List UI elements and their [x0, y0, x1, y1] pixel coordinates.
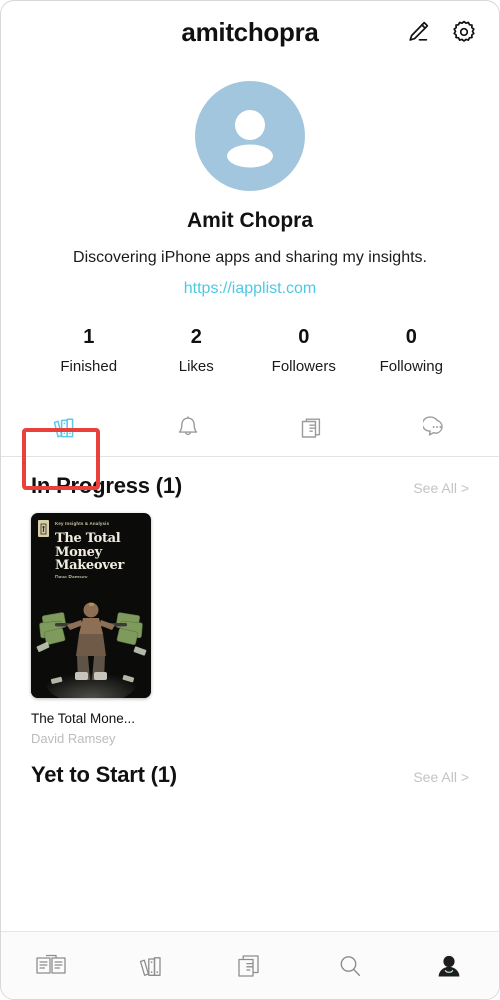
cover-illustration [31, 578, 151, 698]
display-name: Amit Chopra [187, 209, 313, 232]
nav-item-profile[interactable] [399, 950, 499, 982]
documents-icon [302, 418, 321, 438]
cover-title: The Total Money Makeover [55, 531, 125, 573]
stat-followers[interactable]: 0 Followers [250, 326, 358, 375]
tab-comments[interactable] [375, 399, 500, 456]
stat-label: Followers [271, 358, 336, 375]
cover-kicker: Key Insights & Analysis [55, 521, 110, 526]
nav-item-search[interactable] [300, 950, 400, 982]
chat-bubble-icon [422, 415, 443, 436]
stat-label: Finished [60, 358, 118, 375]
stat-finished[interactable]: 1 Finished [35, 326, 143, 375]
nav-item-reading[interactable] [1, 950, 101, 982]
page-title: amitchopra [181, 16, 319, 47]
stat-likes[interactable]: 2 Likes [143, 326, 251, 375]
stat-label: Likes [178, 358, 214, 375]
profile-website-link[interactable]: https://iapplist.com [184, 280, 317, 298]
content-tabs [1, 399, 499, 457]
tab-posts[interactable] [250, 399, 375, 456]
header: amitchopra [1, 1, 499, 63]
book-cover: Key Insights & Analysis The Total Money … [31, 513, 151, 698]
stat-value: 0 [298, 326, 310, 348]
documents-icon [238, 954, 259, 977]
tab-notifications[interactable] [126, 399, 251, 456]
nav-item-posts[interactable] [200, 950, 300, 982]
stat-label: Following [379, 358, 443, 375]
stat-value: 1 [83, 326, 95, 348]
see-all-in-progress[interactable]: See All > [413, 480, 469, 496]
see-all-yet-to-start[interactable]: See All > [413, 769, 469, 785]
section-title: In Progress (1) [31, 473, 183, 498]
pencil-edit-icon[interactable] [405, 19, 431, 45]
book-title: The Total Mone... [31, 711, 136, 726]
tab-library[interactable] [1, 399, 126, 456]
book-shelf-in-progress: Key Insights & Analysis The Total Money … [1, 499, 499, 746]
books-shelf-icon [140, 956, 162, 976]
bell-icon [178, 415, 197, 435]
profile-block: Amit Chopra Discovering iPhone apps and … [1, 63, 499, 298]
app-screen: amitchopra Amit Chopra Discovering iPhon… [0, 0, 500, 1000]
section-header-yet-to-start: Yet to Start (1) See All > [1, 746, 499, 788]
stat-value: 2 [190, 326, 202, 348]
person-avatar-icon [227, 110, 273, 168]
section-title: Yet to Start (1) [31, 762, 177, 787]
stats-row: 1 Finished 2 Likes 0 Followers 0 Followi… [1, 326, 499, 375]
stat-value: 0 [405, 326, 417, 348]
bottom-navigation-bar [1, 931, 499, 999]
profile-bio: Discovering iPhone apps and sharing my i… [73, 249, 427, 266]
section-header-in-progress: In Progress (1) See All > [1, 457, 499, 499]
open-book-icon [36, 954, 66, 974]
search-icon [340, 955, 360, 976]
book-card[interactable]: Key Insights & Analysis The Total Money … [31, 513, 151, 746]
books-shelf-icon [54, 418, 74, 438]
header-actions [405, 19, 477, 45]
gear-icon[interactable] [451, 19, 477, 45]
nav-item-library[interactable] [101, 950, 201, 982]
profile-person-icon [438, 955, 460, 976]
avatar[interactable] [195, 81, 305, 191]
stat-following[interactable]: 0 Following [358, 326, 466, 375]
publisher-badge-icon [38, 520, 49, 537]
book-author: David Ramsey [31, 731, 116, 746]
